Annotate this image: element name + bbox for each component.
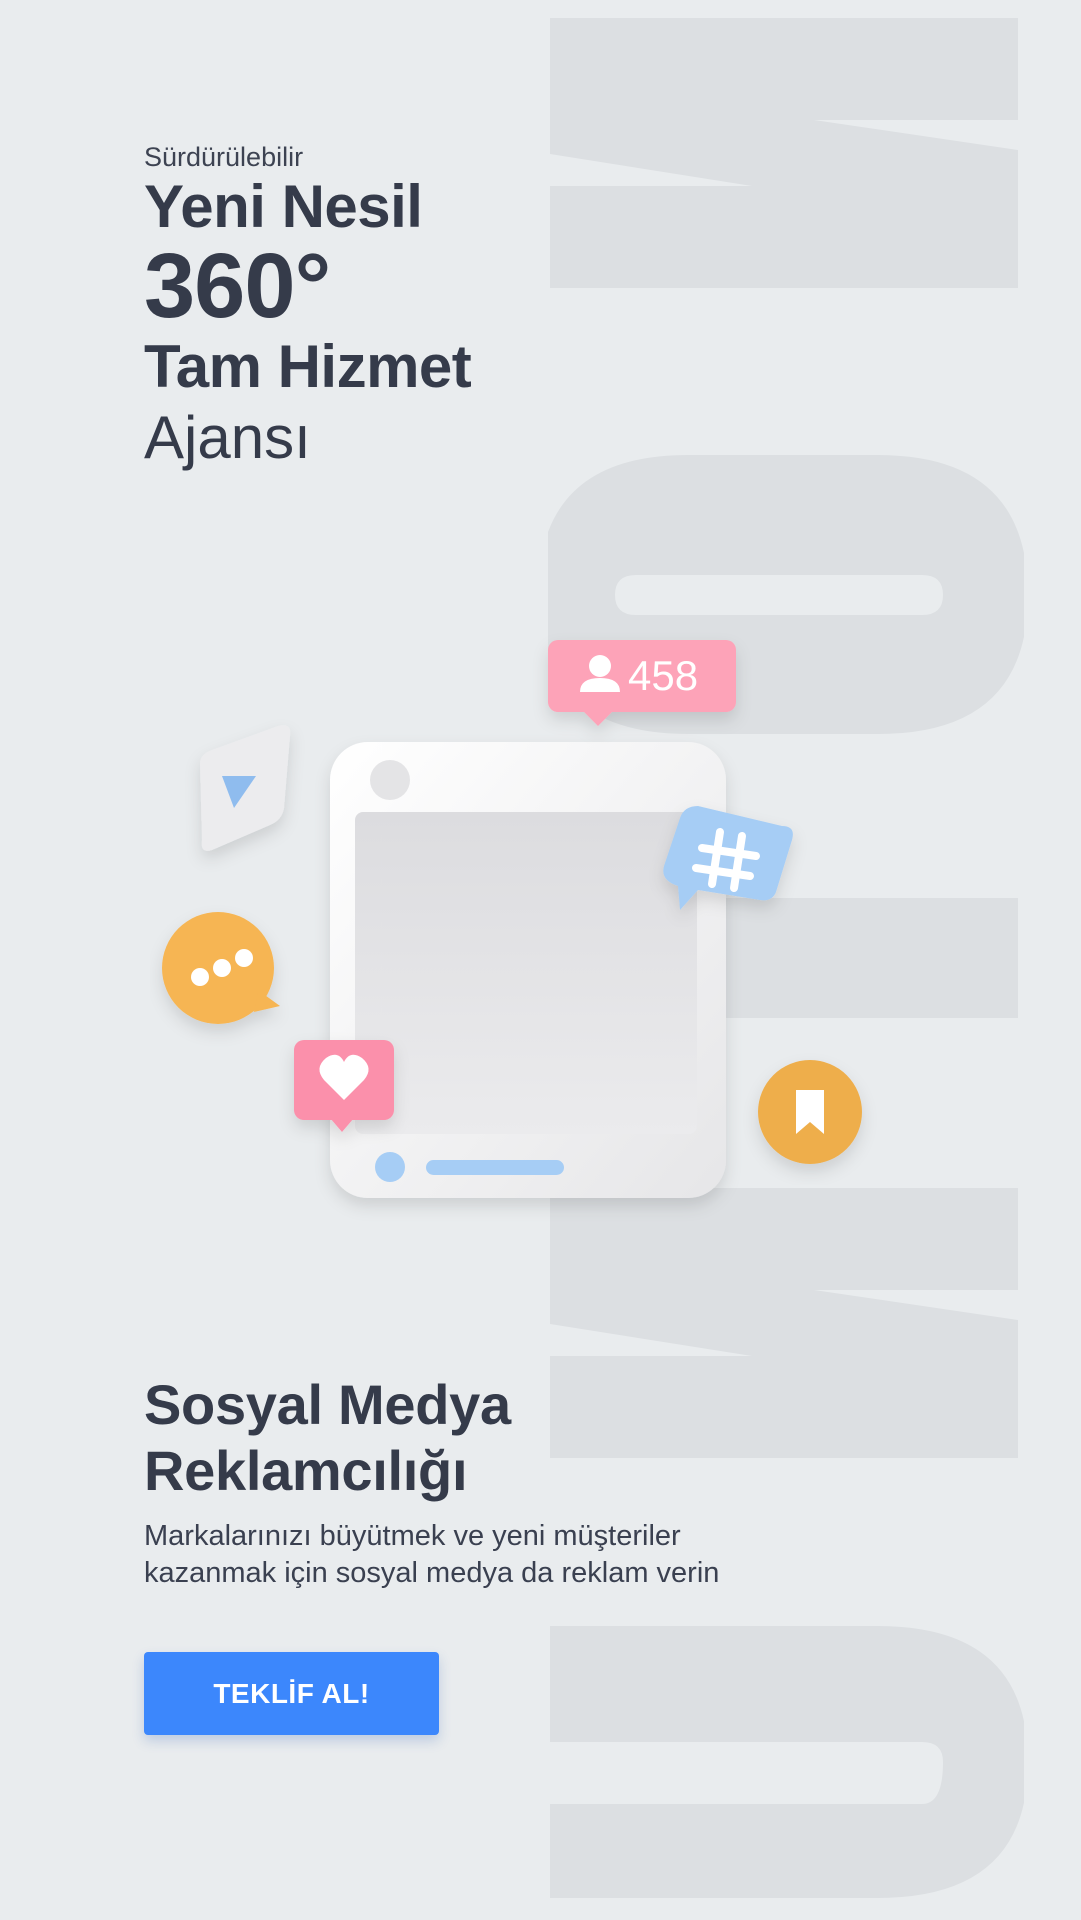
section-description-line2: kazanmak için sosyal medya da reklam ver… [144,1557,720,1589]
hero-title-line3: Tam Hizmet [144,333,472,400]
hero-heading: Sürdürülebilir Yeni Nesil 360° Tam Hizme… [144,140,472,474]
section-title-line2: Reklamcılığı [144,1439,468,1502]
hero-title-line4: Ajansı [144,404,311,471]
hero-title-line1: Yeni Nesil [144,173,423,240]
get-quote-button[interactable]: TEKLİF AL! [144,1652,439,1735]
post-frame [330,742,726,1198]
chat-bubble-icon [162,912,280,1024]
section-description-line1: Markalarınızı büyütmek ve yeni müşterile… [144,1520,681,1552]
bookmark-icon [758,1060,862,1164]
heart-icon [294,1040,394,1132]
social-media-illustration: 458 [150,630,910,1230]
follower-count: 458 [628,652,698,699]
section-title: Sosyal Medya Reklamcılığı [144,1372,824,1504]
section-description: Markalarınızı büyütmek ve yeni müşterile… [144,1518,824,1592]
hero-eyebrow: Sürdürülebilir [144,142,304,172]
hero-title-360: 360° [144,235,331,337]
section-title-line1: Sosyal Medya [144,1373,511,1436]
service-section: Sosyal Medya Reklamcılığı Markalarınızı … [144,1372,824,1592]
play-icon [200,725,291,851]
hashtag-icon [663,806,793,910]
follower-badge: 458 [548,640,736,726]
